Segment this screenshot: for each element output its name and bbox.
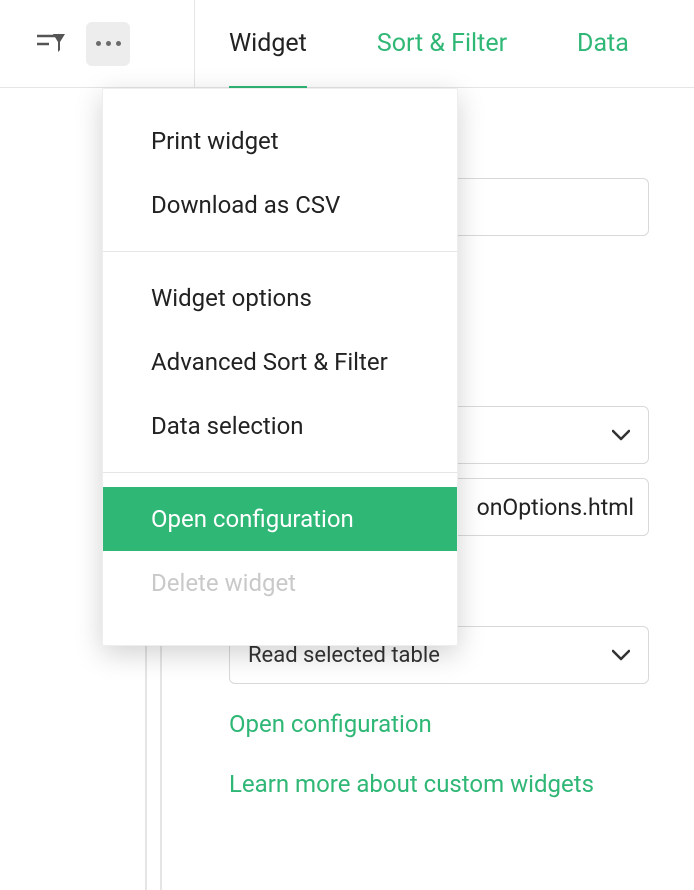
top-bar: Widget Sort & Filter Data (0, 0, 694, 88)
select-read-table-label: Read selected table (248, 643, 440, 668)
tab-data[interactable]: Data (577, 0, 629, 87)
filter-icon[interactable] (36, 29, 66, 59)
more-menu-button[interactable] (86, 22, 130, 66)
file-path-text: onOptions.html (477, 494, 634, 521)
tab-widget[interactable]: Widget (229, 0, 307, 87)
top-bar-left (0, 0, 195, 87)
link-open-configuration[interactable]: Open configuration (229, 710, 694, 738)
tab-sort-filter[interactable]: Sort & Filter (377, 0, 507, 87)
menu-item-delete-widget: Delete widget (103, 551, 457, 615)
menu-item-advanced-sort-filter[interactable]: Advanced Sort & Filter (103, 330, 457, 394)
chevron-down-icon (612, 645, 630, 666)
menu-item-download-csv[interactable]: Download as CSV (103, 173, 457, 237)
link-learn-more[interactable]: Learn more about custom widgets (229, 770, 694, 798)
ellipsis-icon (96, 41, 121, 46)
menu-separator (103, 472, 457, 473)
chevron-down-icon (612, 425, 630, 446)
tab-bar: Widget Sort & Filter Data (195, 0, 629, 87)
menu-item-data-selection[interactable]: Data selection (103, 394, 457, 458)
menu-item-print[interactable]: Print widget (103, 109, 457, 173)
menu-separator (103, 251, 457, 252)
menu-item-widget-options[interactable]: Widget options (103, 266, 457, 330)
more-menu-dropdown: Print widget Download as CSV Widget opti… (102, 88, 458, 646)
menu-item-open-configuration[interactable]: Open configuration (103, 487, 457, 551)
